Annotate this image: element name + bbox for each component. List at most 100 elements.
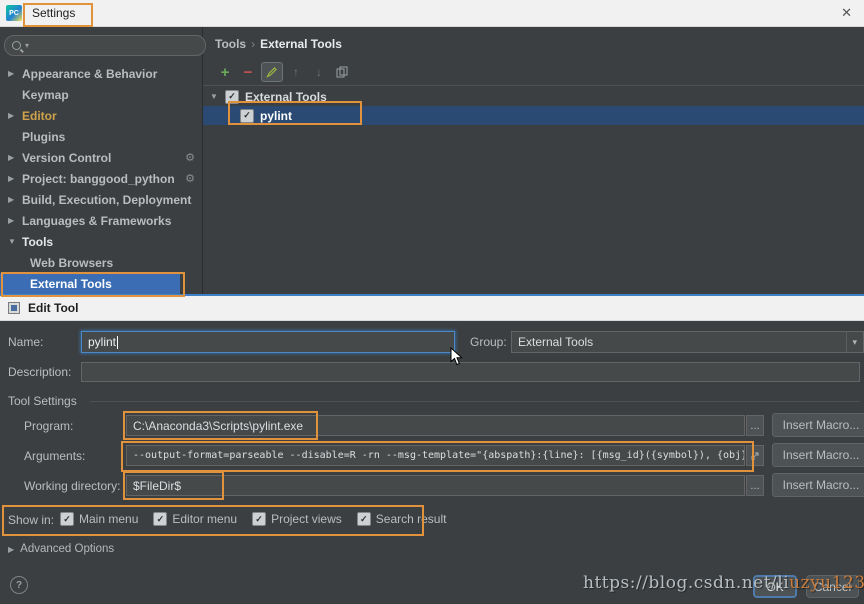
checkbox[interactable]: ✓ (60, 512, 74, 526)
settings-titlebar: PC Settings ✕ (0, 0, 864, 27)
copy-tool-button[interactable] (332, 62, 352, 82)
sidebar-item-label: Keymap (22, 88, 69, 102)
close-icon[interactable]: ✕ (841, 5, 852, 21)
move-down-button[interactable]: ↓ (309, 62, 329, 82)
sidebar-item-web-browsers[interactable]: Web Browsers (0, 252, 202, 273)
chevron-down-icon: ▾ (846, 332, 857, 352)
sidebar-item-appearance-behavior[interactable]: ▶ Appearance & Behavior (0, 63, 202, 84)
group-select[interactable]: External Tools ▾ (511, 331, 864, 353)
sidebar-item-label: Plugins (22, 130, 65, 144)
name-input[interactable]: pylint (81, 331, 455, 353)
chevron-right-icon: ▶ (8, 153, 22, 162)
add-tool-button[interactable]: + (215, 62, 235, 82)
checkbox-editor-menu[interactable]: ✓ Editor menu (153, 512, 237, 526)
working-directory-input[interactable]: $FileDir$ (126, 475, 745, 496)
sidebar-item-keymap[interactable]: Keymap (0, 84, 202, 105)
edit-tool-title: Edit Tool (28, 301, 78, 315)
checkbox-pylint[interactable]: ✓ (240, 109, 254, 123)
remove-tool-button[interactable]: − (238, 62, 258, 82)
sidebar-item-label: Tools (22, 235, 53, 249)
advanced-options-toggle[interactable]: ▶ Advanced Options (8, 543, 114, 555)
settings-window-title: Settings (32, 6, 75, 20)
tree-item-label: pylint (260, 109, 292, 123)
sidebar-item-languages-frameworks[interactable]: ▶ Languages & Frameworks (0, 210, 202, 231)
chevron-right-icon: ▶ (8, 111, 22, 120)
text-caret (117, 336, 118, 349)
program-label: Program: (24, 419, 73, 433)
show-in-label: Show in: (8, 513, 54, 527)
move-up-button[interactable]: ↑ (286, 62, 306, 82)
program-value: C:\Anaconda3\Scripts\pylint.exe (133, 419, 303, 433)
settings-content-panel: Tools›External Tools + − ↑ ↓ ▼ ✓ Extern (203, 27, 864, 294)
working-directory-label: Working directory: (24, 479, 120, 493)
arguments-label: Arguments: (24, 449, 85, 463)
working-directory-value: $FileDir$ (133, 479, 181, 493)
group-value: External Tools (518, 335, 593, 349)
checkbox-external-tools[interactable]: ✓ (225, 90, 239, 104)
checkbox-project-views[interactable]: ✓ Project views (252, 512, 342, 526)
pycharm-logo-icon: PC (6, 5, 22, 21)
help-icon: ? (16, 580, 22, 591)
description-label: Description: (8, 365, 71, 379)
chevron-right-icon: ▶ (8, 216, 22, 225)
program-input[interactable]: C:\Anaconda3\Scripts\pylint.exe (126, 415, 745, 436)
chevron-right-icon: ▶ (8, 545, 14, 554)
sidebar-item-build-execution-deployment[interactable]: ▶ Build, Execution, Deployment (0, 189, 202, 210)
sidebar-item-tools[interactable]: ▼ Tools (0, 231, 202, 252)
check-icon: ✓ (63, 515, 71, 524)
working-directory-browse-button[interactable]: ... (746, 475, 764, 496)
sidebar-item-plugins[interactable]: Plugins (0, 126, 202, 147)
breadcrumb-current: External Tools (260, 37, 342, 51)
gear-icon: ⚙ (185, 172, 202, 185)
checkbox[interactable]: ✓ (252, 512, 266, 526)
program-browse-button[interactable]: ... (746, 415, 764, 436)
help-button[interactable]: ? (10, 576, 28, 594)
sidebar-item-label: Project: banggood_python (22, 172, 175, 186)
working-directory-insert-macro-button[interactable]: Insert Macro... (772, 473, 864, 497)
copy-icon (336, 66, 348, 78)
group-label: Group: (470, 335, 507, 349)
tool-window-icon (8, 302, 20, 314)
sidebar-item-project[interactable]: ▶ Project: banggood_python ⚙ (0, 168, 202, 189)
pencil-icon (266, 66, 278, 78)
sidebar-item-editor[interactable]: ▶ Editor (0, 105, 202, 126)
chevron-down-icon: ▼ (8, 237, 22, 246)
description-input[interactable] (81, 362, 860, 382)
sidebar-item-label: Languages & Frameworks (22, 214, 171, 228)
settings-search-input[interactable]: ▾ (4, 35, 206, 56)
arguments-expand-button[interactable] (746, 445, 764, 466)
tree-row-external-tools[interactable]: ▼ ✓ External Tools (203, 87, 864, 106)
sidebar-item-label: Web Browsers (30, 256, 113, 270)
checkbox[interactable]: ✓ (357, 512, 371, 526)
program-insert-macro-button[interactable]: Insert Macro... (772, 413, 864, 437)
chevron-down-icon: ▾ (25, 41, 29, 50)
check-icon: ✓ (255, 515, 263, 524)
check-icon: ✓ (157, 515, 165, 524)
chevron-right-icon: ▶ (8, 174, 22, 183)
check-icon: ✓ (360, 515, 368, 524)
name-label: Name: (8, 335, 43, 349)
checkbox-search-result[interactable]: ✓ Search result (357, 512, 447, 526)
sidebar-item-version-control[interactable]: ▶ Version Control ⚙ (0, 147, 202, 168)
checkbox[interactable]: ✓ (153, 512, 167, 526)
expand-icon (750, 451, 760, 461)
arguments-input[interactable]: --output-format=parseable --disable=R -r… (126, 445, 745, 466)
sidebar-item-label: Editor (22, 109, 57, 123)
section-divider (90, 401, 860, 402)
screen: PC Settings ✕ ▾ ▶ Appearance & Behavior … (0, 0, 864, 604)
chevron-right-icon: ▶ (8, 69, 22, 78)
edit-tool-button[interactable] (261, 62, 283, 82)
watermark-suffix: uzyu1234 (789, 573, 864, 593)
tree-row-pylint[interactable]: ✓ pylint (203, 106, 864, 125)
tree-root-label: External Tools (245, 90, 327, 104)
checkbox-main-menu[interactable]: ✓ Main menu (60, 512, 138, 526)
sidebar-item-external-tools[interactable]: External Tools (0, 273, 180, 294)
breadcrumb-separator-icon: › (246, 37, 260, 51)
check-icon: ✓ (243, 111, 251, 120)
arguments-insert-macro-button[interactable]: Insert Macro... (772, 443, 864, 467)
sidebar-item-label: Appearance & Behavior (22, 67, 157, 81)
watermark: https://blog.csdn.net/liuzyu1234 (583, 573, 864, 593)
edit-tool-dialog: Edit Tool Name: pylint Group: External T… (0, 294, 864, 604)
breadcrumb-root[interactable]: Tools (215, 37, 246, 51)
checkbox-label: Main menu (79, 512, 138, 526)
